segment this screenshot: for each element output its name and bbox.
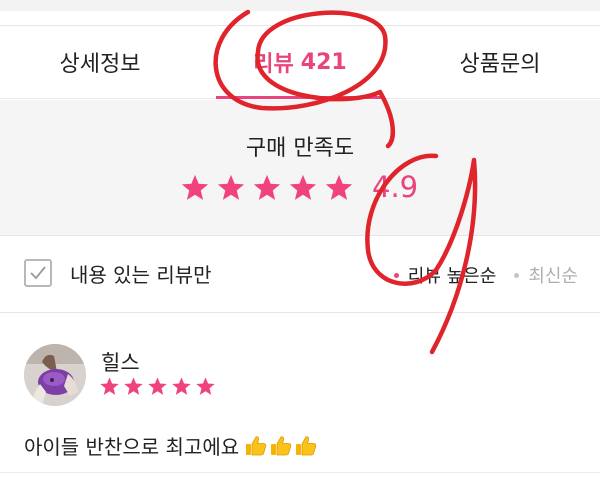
sort-options: 리뷰 높은순 최신순 <box>376 262 578 288</box>
reviewer-name: 힐스 <box>101 351 140 375</box>
rating-summary-title: 구매 만족도 <box>245 136 355 161</box>
rating-summary: 구매 만족도 4.9 <box>0 100 600 236</box>
sort-newest[interactable]: 최신순 <box>514 262 578 288</box>
thumbs-up-emojis <box>243 434 318 458</box>
content-only-label[interactable]: 내용 있는 리뷰만 <box>70 259 212 288</box>
tab-product-inquiry-label: 상품문의 <box>459 52 541 77</box>
review-filter-bar: 내용 있는 리뷰만 리뷰 높은순 최신순 <box>0 237 600 313</box>
avatar[interactable] <box>24 344 86 406</box>
tab-bar: 상세정보 리뷰 421 상품문의 <box>0 26 600 99</box>
star-icon <box>325 174 353 200</box>
star-icon <box>217 174 245 200</box>
thumbs-up-icon <box>246 435 267 455</box>
sort-newest-label: 최신순 <box>528 266 578 287</box>
sort-top-rated-label: 리뷰 높은순 <box>407 266 497 287</box>
sort-top-rated[interactable]: 리뷰 높은순 <box>393 262 497 288</box>
star-icon <box>253 174 281 200</box>
tab-detail-info[interactable]: 상세정보 <box>0 26 200 98</box>
review-count: 421 <box>300 49 347 75</box>
review-body: 아이들 반찬으로 최고에요 <box>24 431 318 460</box>
star-icon <box>196 377 215 395</box>
content-only-checkbox[interactable] <box>24 259 52 287</box>
star-icon <box>100 377 119 395</box>
star-icon <box>172 377 191 395</box>
star-icon <box>289 174 317 200</box>
review-text: 아이들 반찬으로 최고에요 <box>24 435 240 459</box>
tab-detail-info-label: 상세정보 <box>59 52 141 77</box>
tab-product-inquiry[interactable]: 상품문의 <box>400 26 600 98</box>
star-icon <box>124 377 143 395</box>
reviewer-photo <box>24 344 86 406</box>
bullet-dot-icon <box>393 272 399 278</box>
thumbs-up-icon <box>296 435 317 455</box>
tab-reviews[interactable]: 리뷰 421 <box>200 26 400 99</box>
bottom-divider <box>0 472 600 473</box>
review-item: 힐스 아이들 반찬으로 최고에요 <box>0 314 600 481</box>
top-strip <box>0 0 600 11</box>
average-score: 4.9 <box>372 170 419 204</box>
thumbs-up-icon <box>271 435 292 455</box>
star-icon <box>148 377 167 395</box>
summary-star-rating <box>180 173 360 203</box>
checkmark-icon <box>30 266 46 280</box>
star-icon <box>181 174 209 200</box>
review-star-rating <box>99 376 219 397</box>
bullet-dot-icon <box>514 272 520 278</box>
tab-reviews-label: 리뷰 <box>253 52 294 77</box>
